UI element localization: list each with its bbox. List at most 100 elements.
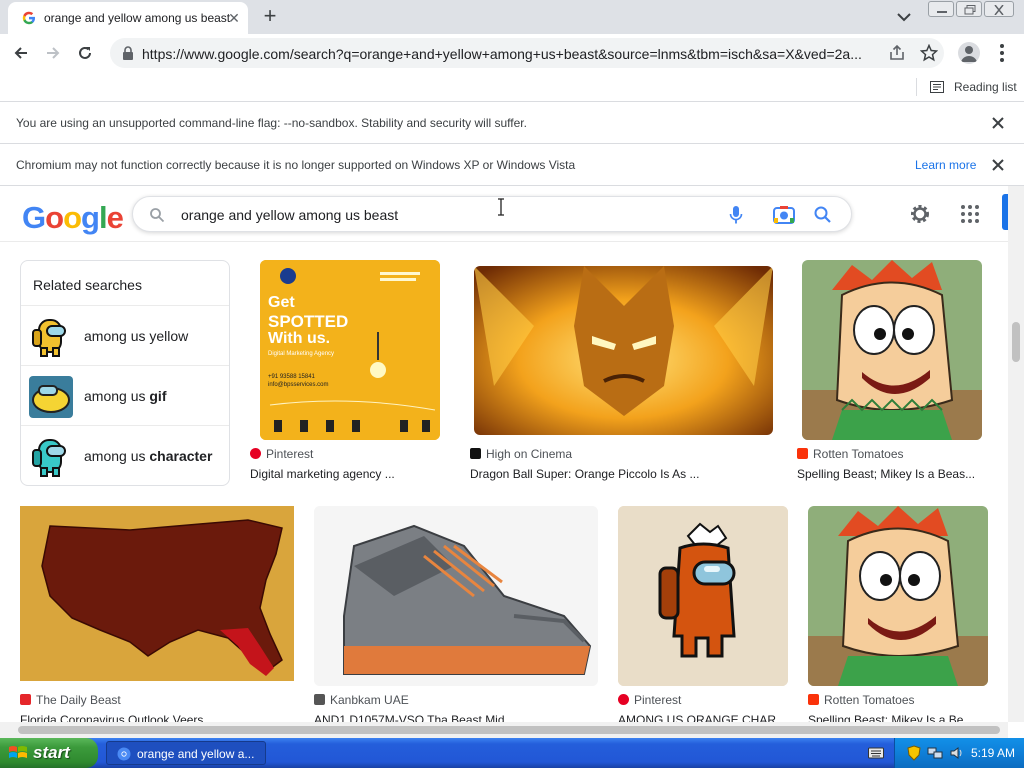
related-search-label: among us character [84,448,213,464]
taskbar-clock[interactable]: 5:19 AM [971,746,1015,760]
start-label: start [33,743,70,762]
result-source[interactable]: High on Cinema [470,447,572,461]
browser-toolbar: https://www.google.com/search?q=orange+a… [0,34,1024,72]
ad-text-get: Get [268,294,295,311]
security-shield-icon[interactable] [907,745,921,761]
back-button[interactable] [8,40,34,66]
search-submit-icon[interactable] [813,205,833,225]
related-search-label: among us gif [84,388,167,404]
result-caption[interactable]: Spelling Beast; Mikey Is a Beas... [797,467,975,481]
address-bar[interactable]: https://www.google.com/search?q=orange+a… [110,38,944,68]
result-thumbnail[interactable] [808,506,988,686]
reload-button[interactable] [72,40,98,66]
start-button[interactable]: start [0,738,98,768]
tab-search-chevron-icon[interactable] [894,8,914,26]
related-search-item[interactable]: among us gif [21,365,229,425]
among-us-character-thumbnail [29,436,73,478]
result-caption[interactable]: Dragon Ball Super: Orange Piccolo Is As … [470,467,699,481]
result-thumbnail[interactable] [618,506,788,686]
close-window-button[interactable] [984,1,1014,17]
settings-gear-icon[interactable] [908,202,932,226]
voice-search-mic-icon[interactable] [729,205,743,225]
related-search-item[interactable]: among us character [21,425,229,485]
profile-avatar[interactable] [958,42,980,64]
google-doodle-logo[interactable]: Google [22,200,124,236]
among-us-gif-thumbnail [29,376,73,418]
new-tab-button[interactable]: + [258,4,282,28]
related-search-label: among us yellow [84,328,189,344]
volume-icon[interactable] [949,745,965,761]
reading-list-button[interactable]: Reading list [928,76,1017,98]
windows-taskbar: start orange and yellow a... 5:19 AM [0,738,1024,768]
image-result[interactable]: High on Cinema Dragon Ball Super: Orange… [470,260,780,490]
restore-icon [964,5,976,15]
chromium-icon [117,747,131,761]
result-source[interactable]: Rotten Tomatoes [808,693,915,707]
ad-text-phone: +91 93588 15841 [268,374,315,380]
google-lens-camera-icon[interactable] [773,205,795,225]
learn-more-link[interactable]: Learn more [915,158,976,172]
image-result[interactable]: Rotten Tomatoes Spelling Beast; Mikey Is… [808,506,992,727]
vertical-scrollbar[interactable] [1008,186,1024,722]
infobar-unsupported-os-message: Chromium may not function correctly beca… [16,158,576,172]
reading-list-icon [930,81,944,93]
result-source[interactable]: Pinterest [618,693,681,707]
windows-flag-icon [9,746,27,758]
profile-icon [961,46,977,62]
bookmark-star-icon[interactable] [920,44,938,62]
daily-beast-icon [20,694,31,705]
back-arrow-icon [14,47,27,59]
image-result[interactable]: Pinterest AMONG US ORANGE CHAR... [618,506,790,727]
reload-icon [79,46,91,59]
image-result[interactable]: Kanbkam UAE AND1 D1057M-VSO Tha Beast Mi… [314,506,600,727]
related-search-item[interactable]: among us yellow [21,305,229,365]
search-query-input[interactable]: orange and yellow among us beast [181,207,398,223]
close-infobar-icon[interactable] [990,115,1006,131]
share-icon[interactable] [888,44,906,62]
result-caption[interactable]: Digital marketing agency ... [250,467,395,481]
rotten-tomatoes-icon [797,448,808,459]
menu-kebab-icon[interactable] [994,42,1010,64]
reading-list-label: Reading list [954,80,1017,94]
result-thumbnail[interactable]: Get SPOTTED With us. Digital Marketing A… [260,260,440,440]
close-window-icon [994,5,1004,15]
high-on-cinema-icon [470,448,481,459]
result-thumbnail[interactable] [20,506,294,681]
image-result[interactable]: Rotten Tomatoes Spelling Beast; Mikey Is… [797,260,992,490]
horizontal-scrollbar-thumb[interactable] [18,726,1000,734]
kanbkam-icon [314,694,325,705]
ad-text-sub: Digital Marketing Agency [268,351,335,357]
result-source[interactable]: Pinterest [250,447,313,461]
rotten-tomatoes-icon [808,694,819,705]
url-text[interactable]: https://www.google.com/search?q=orange+a… [142,46,884,62]
google-apps-grid-icon[interactable] [960,204,980,224]
among-us-yellow-thumbnail [29,316,73,358]
result-thumbnail[interactable] [474,266,773,435]
restore-button[interactable] [956,1,982,17]
tab-close-icon[interactable]: ✕ [224,8,244,28]
result-thumbnail[interactable] [314,506,598,686]
close-infobar-icon[interactable] [990,157,1006,173]
keyboard-icon[interactable] [868,746,884,760]
taskbar-window-label: orange and yellow a... [137,747,255,761]
related-searches-heading: Related searches [33,277,142,293]
network-icon[interactable] [927,745,943,761]
result-source[interactable]: Rotten Tomatoes [797,447,904,461]
minimize-button[interactable] [928,1,954,17]
result-thumbnail[interactable] [802,260,982,440]
tab-title: orange and yellow among us beast [44,11,231,25]
image-result[interactable]: Get SPOTTED With us. Digital Marketing A… [250,260,450,490]
lock-icon[interactable] [122,46,134,60]
forward-button[interactable] [40,40,66,66]
result-source[interactable]: The Daily Beast [20,693,121,707]
google-favicon-icon [22,11,35,25]
vertical-scrollbar-thumb[interactable] [1012,322,1020,362]
image-result[interactable]: The Daily Beast Florida Coronavirus Outl… [20,506,295,727]
horizontal-scrollbar[interactable] [0,722,1008,738]
result-source[interactable]: Kanbkam UAE [314,693,409,707]
search-box[interactable]: orange and yellow among us beast [132,196,852,232]
taskbar-chrome-window[interactable]: orange and yellow a... [106,741,266,765]
infobar-no-sandbox-message: You are using an unsupported command-lin… [16,116,527,130]
minimize-icon [937,11,947,13]
tab-active[interactable]: orange and yellow among us beast ✕ [8,2,248,34]
